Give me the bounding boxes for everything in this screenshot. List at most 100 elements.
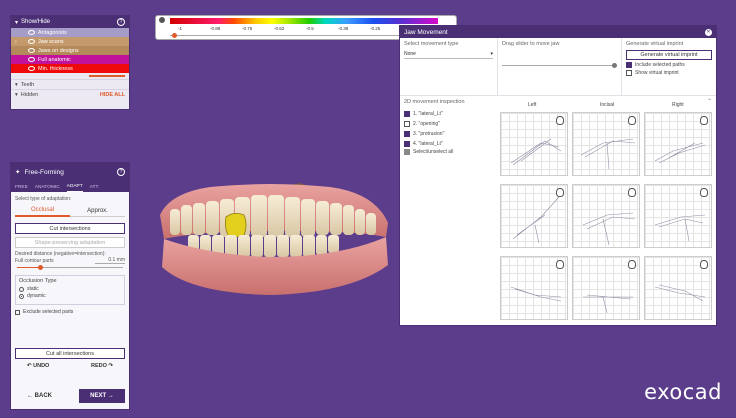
movement-plot-cell[interactable] <box>644 112 712 176</box>
adapt-type-selector: Occlusal Approx. <box>15 205 125 217</box>
cut-intersections-button[interactable]: Cut intersections <box>15 223 125 234</box>
movement-checkbox[interactable]: 4. "lateral_Lt" <box>404 141 494 147</box>
plot-column-header: Right <box>672 102 684 108</box>
drag-slider-label: Drag slider to move jaw <box>502 41 560 47</box>
movement-type-label: Select movement type <box>404 41 459 47</box>
undo-redo-row: ↶ UNDO REDO ↷ <box>11 363 129 369</box>
movement-checkbox[interactable]: 1. "lateral_Lt" <box>404 111 494 117</box>
teeth-label: Teeth <box>20 81 35 88</box>
movement-plot-cell[interactable] <box>572 184 640 248</box>
layer-label: Jaw scans <box>38 38 64 45</box>
free-forming-panel: ✦ Free-Forming ? FREE ANATOMIC ADAPT ATT. S… <box>10 162 130 410</box>
free-forming-title: Free-Forming <box>24 168 64 176</box>
occlusion-static-radio[interactable]: static <box>19 286 121 292</box>
layer-row[interactable]: Jaws on designs <box>11 46 129 55</box>
movement-type-select[interactable]: None ▾ <box>404 50 493 59</box>
chevron-down-icon: ▾ <box>490 51 493 57</box>
tab-free[interactable]: FREE <box>15 185 28 192</box>
movement-trace <box>510 286 562 302</box>
include-selected-paths-checkbox[interactable]: Include selected paths <box>626 62 712 68</box>
pin-icon[interactable] <box>159 17 165 23</box>
close-icon[interactable]: ✕ <box>705 28 712 36</box>
plot-column-header: Left <box>528 102 537 108</box>
shape-preserving-button[interactable]: Shape-preserving adaptation <box>15 237 125 248</box>
hide-all-button[interactable]: HIDE ALL <box>100 92 125 98</box>
movement-plots-grid: ⌃ Left Incisal Right <box>498 96 716 325</box>
generate-virtual-imprint-button[interactable]: Generate virtual imprint <box>626 50 712 60</box>
eye-icon[interactable] <box>28 39 35 44</box>
hidden-row[interactable]: ▾ Hidden HIDE ALL <box>11 89 129 99</box>
movement-plot-cell[interactable] <box>572 256 640 320</box>
jaw-movement-window: Jaw Movement ✕ Select movement type None… <box>399 25 717 326</box>
help-icon[interactable]: ? <box>117 168 125 176</box>
exclude-selected-checkbox[interactable]: Exclude selected parts <box>15 309 125 315</box>
occlusal-option[interactable]: Occlusal <box>15 205 70 217</box>
select-all-checkbox[interactable]: Select/unselect all <box>404 149 494 155</box>
jaw-movement-title: Jaw Movement <box>404 28 448 36</box>
layer-slider[interactable] <box>89 75 125 77</box>
free-forming-header: ✦ Free-Forming ? <box>11 163 129 181</box>
redo-button[interactable]: REDO ↷ <box>91 363 113 369</box>
movement-list: 2D movement inspection 1. "lateral_Lt" 2.… <box>400 96 498 158</box>
virtual-imprint-label: Generate virtual imprint <box>626 41 684 47</box>
layer-label: Full anatomic <box>38 56 71 63</box>
chevron-down-icon[interactable]: ▾ <box>15 19 18 26</box>
chevron-down-icon: ▾ <box>15 91 18 98</box>
teeth-row[interactable]: ▾ Teeth <box>11 79 129 89</box>
color-scale-knob[interactable] <box>172 33 177 38</box>
cut-all-intersections-button[interactable]: Cut all intersections <box>15 348 125 359</box>
movement-plot-cell[interactable] <box>572 112 640 176</box>
chevron-right-icon[interactable]: › <box>15 39 20 45</box>
distance-slider[interactable] <box>17 265 123 271</box>
movement-trace <box>654 284 706 302</box>
eye-icon[interactable] <box>28 57 35 62</box>
movement-plot-cell[interactable] <box>500 184 568 248</box>
layer-row[interactable]: › Jaw scans <box>11 37 129 46</box>
scale-tick-label: -0.25 <box>370 26 381 31</box>
movement-plot-cell[interactable] <box>644 256 712 320</box>
undo-button[interactable]: ↶ UNDO <box>27 363 49 369</box>
eye-icon[interactable] <box>28 48 35 53</box>
layer-list: Antagonists › Jaw scans Jaws on designs Full… <box>11 28 129 73</box>
layer-row[interactable]: Min. thickness <box>11 64 129 73</box>
movement-plot-cell[interactable] <box>644 184 712 248</box>
plot-column-headers: Left Incisal Right <box>498 102 716 110</box>
show-virtual-imprint-checkbox[interactable]: Show virtual imprint <box>626 70 712 76</box>
movement-plot-cell[interactable] <box>500 256 568 320</box>
show-hide-panel: ▾ Show/Hide ? Antagonists › Jaw scans Jaws … <box>10 15 130 110</box>
designed-crown[interactable] <box>224 213 247 238</box>
layer-row[interactable]: Full anatomic <box>11 55 129 64</box>
inspection-label: 2D movement inspection <box>404 99 465 105</box>
back-button[interactable]: ← BACK <box>15 393 52 399</box>
color-scale-ticks: -1 -0.88 -0.75 -0.62 -0.5 -0.38 -0.25 <box>170 26 438 32</box>
full-contour-value[interactable]: 0.1 mm <box>95 257 125 264</box>
next-button[interactable]: NEXT → <box>79 389 125 403</box>
help-icon[interactable]: ? <box>117 18 125 26</box>
color-scale-slider[interactable] <box>170 35 436 36</box>
eye-icon[interactable] <box>28 66 35 71</box>
scale-tick-label: -0.62 <box>274 26 285 31</box>
approx-option[interactable]: Approx. <box>70 205 125 217</box>
scale-tick-label: -0.75 <box>242 26 253 31</box>
layer-label: Min. thickness <box>38 65 73 72</box>
movement-trace <box>654 214 706 242</box>
jaw-movement-header[interactable]: Jaw Movement ✕ <box>400 26 716 38</box>
tab-adapt[interactable]: ADAPT <box>66 184 83 192</box>
tab-att[interactable]: ATT. <box>90 185 100 192</box>
layer-row[interactable]: Antagonists <box>11 28 129 37</box>
movement-type-section: Select movement type None ▾ <box>400 38 498 95</box>
jaw-move-slider[interactable] <box>502 63 617 69</box>
show-hide-header[interactable]: ▾ Show/Hide ? <box>11 16 129 28</box>
scale-tick-label: -0.88 <box>210 26 221 31</box>
movement-checkbox[interactable]: 3. "protrusion" <box>404 131 494 137</box>
movement-checkbox[interactable]: 2. "opening" <box>404 121 494 127</box>
full-contour-row: Full contour parts 0.1 mm <box>11 257 129 264</box>
occlusion-type-label: Occlusion Type <box>19 278 57 284</box>
layer-label: Antagonists <box>38 29 67 36</box>
movement-plot-cell[interactable] <box>500 112 568 176</box>
jaw-3d-view[interactable] <box>150 175 395 305</box>
scale-tick-label: -1 <box>178 26 183 31</box>
tab-anatomic[interactable]: ANATOMIC <box>35 185 60 192</box>
eye-icon[interactable] <box>28 30 35 35</box>
occlusion-dynamic-radio[interactable]: dynamic <box>19 293 121 299</box>
